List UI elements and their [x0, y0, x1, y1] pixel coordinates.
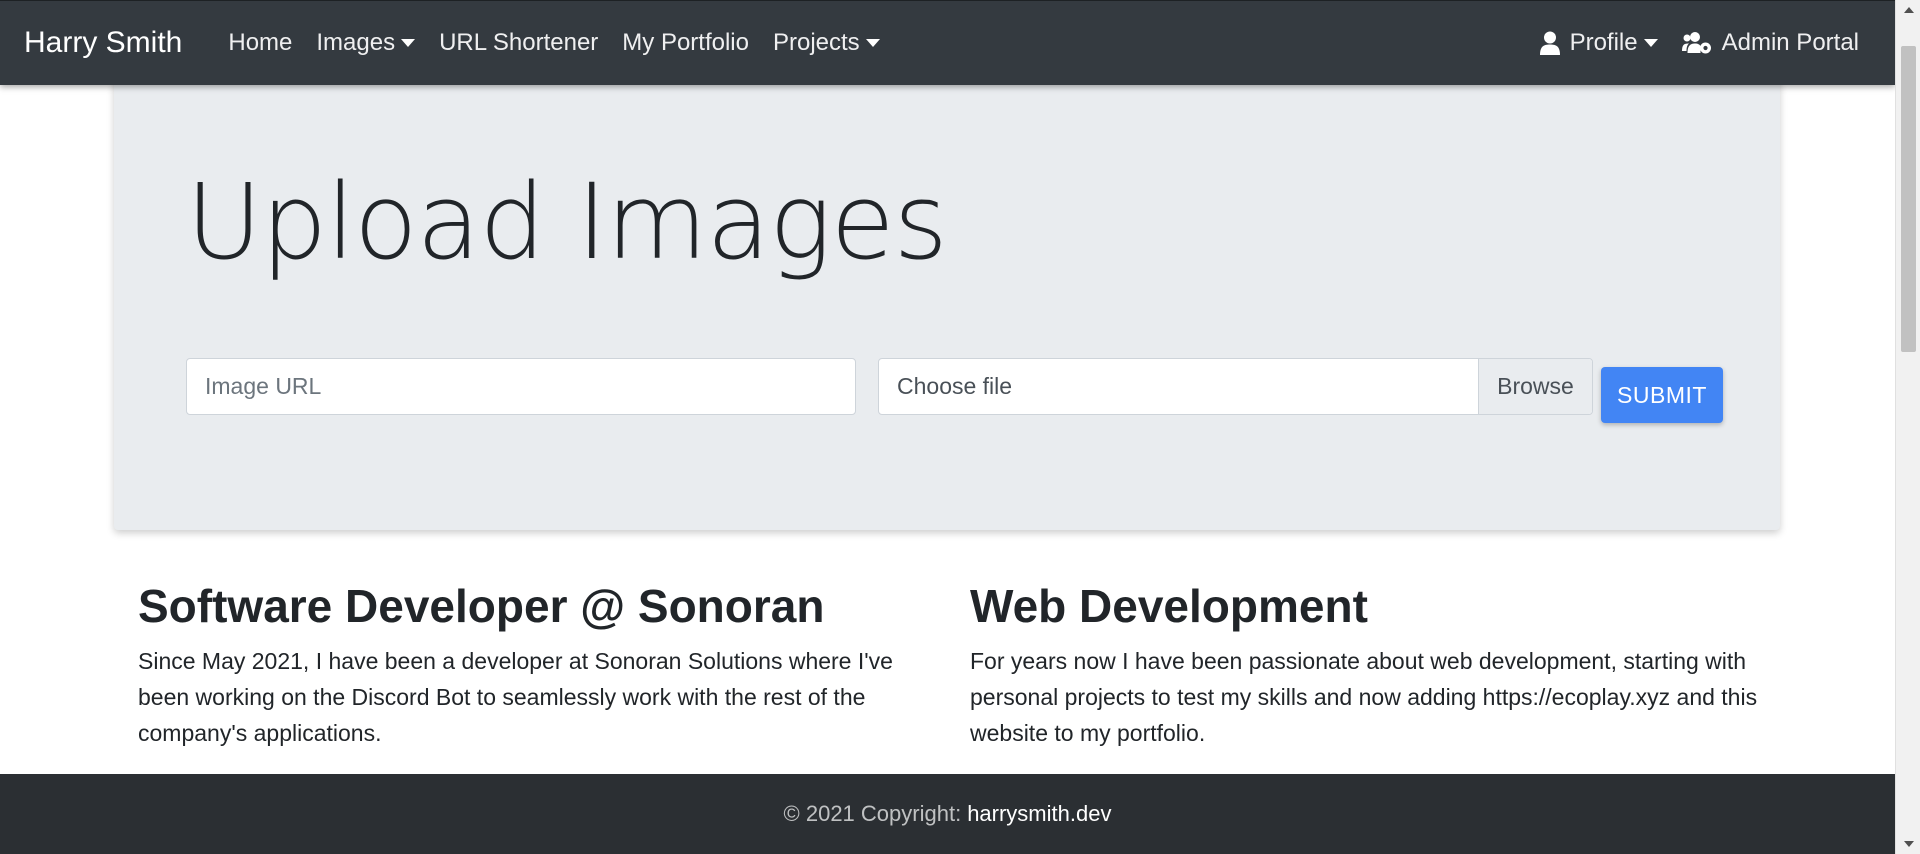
nav-right-group: Profile Admin Portal — [1528, 29, 1871, 57]
feature-software-developer: Software Developer @ Sonoran Since May 2… — [138, 580, 928, 751]
nav-home-label: Home — [228, 29, 293, 56]
nav-profile-label: Profile — [1569, 29, 1638, 56]
nav-left-group: Home Images URL Shortener My Portfolio P… — [216, 29, 891, 57]
scroll-down-arrow-icon[interactable] — [1896, 834, 1920, 854]
nav-admin-portal-label: Admin Portal — [1721, 29, 1859, 56]
feature-text: For years now I have been passionate abo… — [970, 647, 1758, 746]
vertical-scrollbar[interactable] — [1895, 0, 1920, 854]
page-title: Upload Images — [186, 161, 948, 283]
nav-images-label: Images — [316, 29, 396, 56]
feature-web-development: Web Development For years now I have bee… — [970, 580, 1770, 751]
nav-images-dropdown[interactable]: Images — [304, 29, 427, 57]
image-url-input[interactable] — [186, 358, 856, 415]
footer: © 2021 Copyright: harrysmith.dev — [0, 774, 1895, 854]
nav-admin-portal[interactable]: Admin Portal — [1670, 29, 1871, 57]
file-input[interactable]: Choose file Browse — [878, 358, 1593, 415]
nav-my-portfolio-label: My Portfolio — [622, 29, 749, 56]
nav-projects-label: Projects — [772, 29, 860, 56]
feature-text: Since May 2021, I have been a developer … — [138, 647, 893, 746]
scrollbar-thumb[interactable] — [1901, 46, 1916, 352]
navbar: Harry Smith Home Images URL Shortener My… — [0, 0, 1895, 85]
upload-jumbotron: Upload Images Choose file Browse SUBMIT — [114, 62, 1780, 530]
users-cog-icon — [1681, 31, 1712, 55]
nav-url-shortener-label: URL Shortener — [439, 29, 599, 56]
file-input-label: Choose file — [897, 373, 1013, 399]
nav-home[interactable]: Home — [216, 29, 304, 57]
navbar-brand[interactable]: Harry Smith — [24, 26, 182, 60]
footer-link[interactable]: harrysmith.dev — [967, 801, 1111, 827]
footer-copyright: © 2021 Copyright: — [783, 801, 962, 826]
browse-button[interactable]: Browse — [1478, 359, 1592, 414]
nav-projects-dropdown[interactable]: Projects — [761, 29, 892, 57]
scroll-up-arrow-icon[interactable] — [1896, 0, 1920, 20]
caret-down-icon — [401, 39, 416, 47]
caret-down-icon — [865, 39, 880, 47]
submit-button[interactable]: SUBMIT — [1601, 367, 1723, 423]
feature-heading: Web Development — [970, 580, 1368, 632]
feature-heading: Software Developer @ Sonoran — [138, 580, 825, 632]
nav-my-portfolio[interactable]: My Portfolio — [610, 29, 761, 57]
nav-profile-dropdown[interactable]: Profile — [1528, 29, 1670, 57]
user-icon — [1539, 31, 1560, 55]
nav-url-shortener[interactable]: URL Shortener — [427, 29, 610, 57]
caret-down-icon — [1643, 39, 1658, 47]
